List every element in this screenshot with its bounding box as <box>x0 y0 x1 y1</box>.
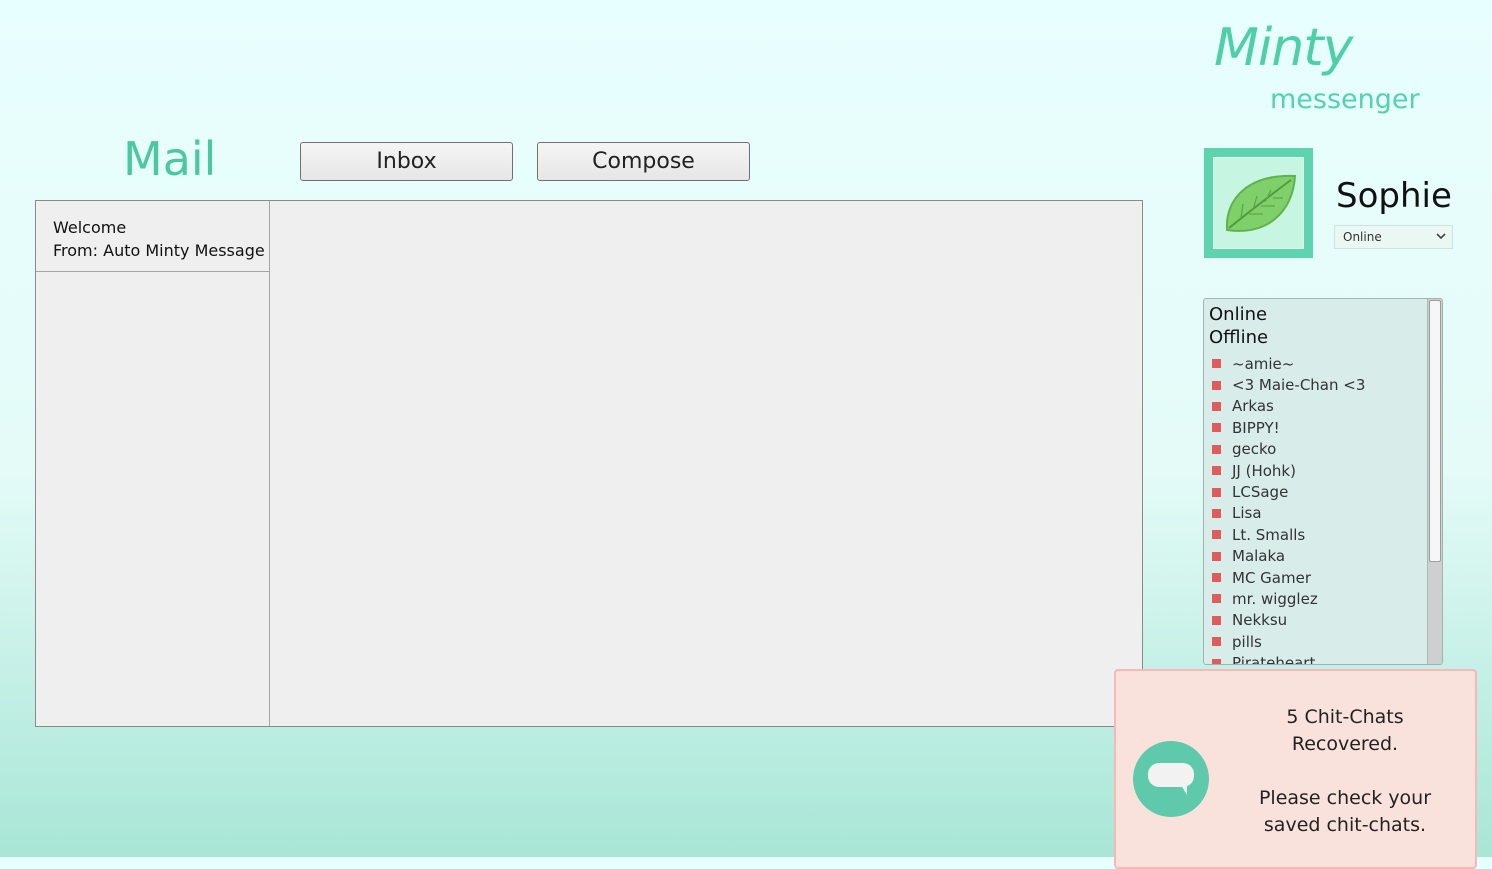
avatar[interactable] <box>1204 148 1313 258</box>
contact-item[interactable]: mr. wigglez <box>1204 588 1442 609</box>
offline-status-icon <box>1212 401 1221 411</box>
offline-status-icon <box>1212 423 1221 433</box>
app-logo-subtitle: messenger <box>1270 84 1420 115</box>
offline-status-icon <box>1212 594 1221 604</box>
contact-item[interactable]: Nekksu <box>1204 610 1442 631</box>
notification-line: Please check your <box>1258 787 1432 809</box>
contact-item[interactable]: gecko <box>1204 439 1442 460</box>
contact-name: BIPPY! <box>1232 418 1280 437</box>
contact-item[interactable]: BIPPY! <box>1204 417 1442 438</box>
page-title: Mail <box>123 132 217 186</box>
scroll-thumb[interactable] <box>1429 300 1441 562</box>
offline-contacts: ~amie~ <3 Maie-Chan <3 Arkas BIPPY! gecko JJ … <box>1204 353 1442 665</box>
contact-name: Lt. Smalls <box>1232 525 1306 544</box>
contact-item[interactable]: JJ (Hohk) <box>1204 460 1442 481</box>
mail-panel: Welcome From: Auto Minty Message <box>35 200 1143 727</box>
offline-status-icon <box>1212 573 1221 583</box>
contact-item[interactable]: MC Gamer <box>1204 567 1442 588</box>
app-logo-title: Minty <box>1214 18 1353 78</box>
offline-status-icon <box>1212 508 1221 518</box>
offline-status-icon <box>1212 359 1221 369</box>
compose-button[interactable]: Compose <box>537 142 750 181</box>
mail-list: Welcome From: Auto Minty Message <box>36 201 270 726</box>
mail-subject: Welcome <box>53 218 127 237</box>
offline-status-icon <box>1212 487 1221 497</box>
message-view <box>270 201 1142 726</box>
contact-name: ~amie~ <box>1232 354 1295 373</box>
notification-line: Recovered. <box>1291 733 1399 755</box>
offline-status-icon <box>1212 380 1221 390</box>
chevron-down-icon <box>1436 230 1446 244</box>
contact-name: Malaka <box>1232 547 1286 566</box>
group-online[interactable]: Online <box>1204 303 1442 326</box>
user-name: Sophie <box>1336 176 1452 216</box>
contact-name: pills <box>1232 632 1262 651</box>
contact-name: MC Gamer <box>1232 568 1312 587</box>
contact-item[interactable]: LCSage <box>1204 481 1442 502</box>
inbox-button[interactable]: Inbox <box>300 142 513 181</box>
contact-name: LCSage <box>1232 483 1289 502</box>
notification-line: 5 Chit-Chats <box>1286 706 1404 728</box>
notification-message: 5 Chit-Chats Recovered. Please check you… <box>1236 704 1454 839</box>
contact-name: <3 Maie-Chan <3 <box>1232 376 1366 395</box>
chat-bubble-icon <box>1133 741 1209 817</box>
contact-name: Arkas <box>1232 397 1274 416</box>
contacts-scrollbar[interactable] <box>1427 299 1442 664</box>
contact-item[interactable]: Lisa <box>1204 503 1442 524</box>
contact-item[interactable]: <3 Maie-Chan <3 <box>1204 374 1442 395</box>
contact-name: JJ (Hohk) <box>1232 461 1296 480</box>
status-selected-value: Online <box>1343 230 1382 244</box>
contacts-list: Online Offline ~amie~ <3 Maie-Chan <3 Arka… <box>1203 298 1443 665</box>
notification-toast[interactable]: 5 Chit-Chats Recovered. Please check you… <box>1114 669 1477 869</box>
contact-item[interactable]: Malaka <box>1204 546 1442 567</box>
contact-item[interactable]: Pirateheart <box>1204 652 1442 665</box>
offline-status-icon <box>1212 551 1221 561</box>
contact-name: Pirateheart <box>1232 654 1316 665</box>
contact-name: mr. wigglez <box>1232 589 1318 608</box>
contact-name: Nekksu <box>1232 611 1288 630</box>
notification-line: saved chit-chats. <box>1263 814 1427 836</box>
contact-item[interactable]: Lt. Smalls <box>1204 524 1442 545</box>
contact-name: Lisa <box>1232 504 1262 523</box>
mail-sender: From: Auto Minty Message <box>53 241 265 260</box>
mail-list-item[interactable]: Welcome From: Auto Minty Message <box>36 201 269 272</box>
offline-status-icon <box>1212 530 1221 540</box>
contact-item[interactable]: pills <box>1204 631 1442 652</box>
mint-leaf-icon <box>1225 174 1296 232</box>
offline-status-icon <box>1212 658 1221 664</box>
status-dropdown[interactable]: Online <box>1334 225 1453 249</box>
offline-status-icon <box>1212 615 1221 625</box>
offline-status-icon <box>1212 466 1221 476</box>
group-offline[interactable]: Offline <box>1204 326 1442 349</box>
contact-item[interactable]: Arkas <box>1204 396 1442 417</box>
contact-name: gecko <box>1232 440 1277 459</box>
contact-item[interactable]: ~amie~ <box>1204 353 1442 374</box>
offline-status-icon <box>1212 444 1221 454</box>
offline-status-icon <box>1212 637 1221 647</box>
